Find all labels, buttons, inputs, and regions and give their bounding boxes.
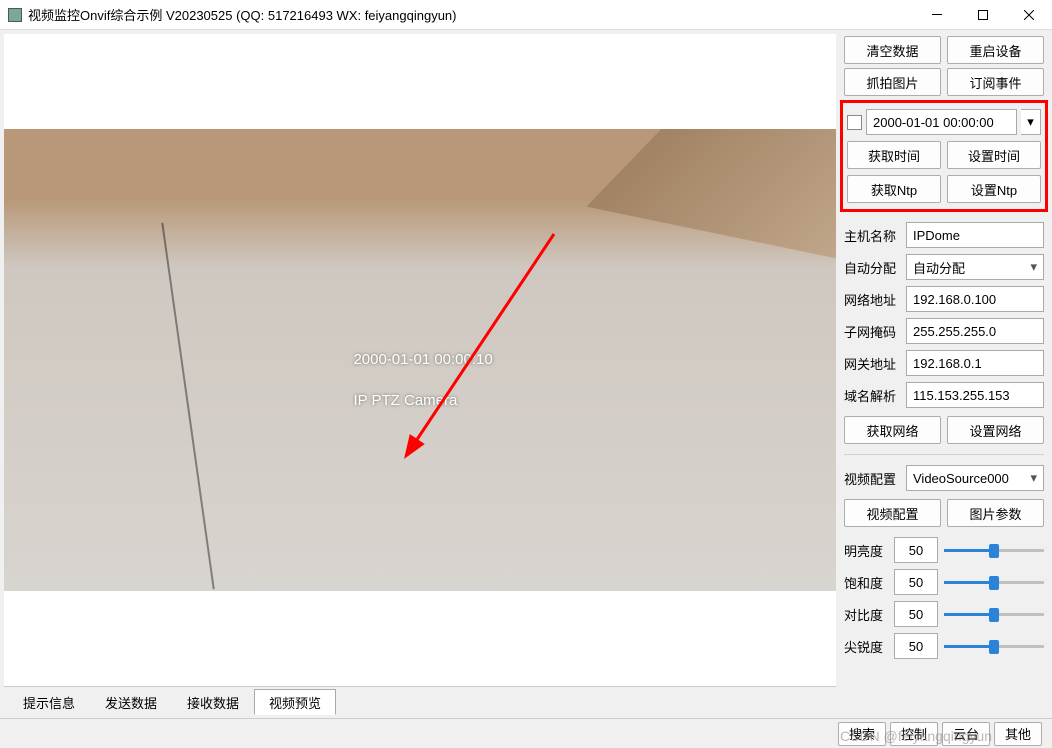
bottom-bar: CSDN @feiyangqingyun 搜索 控制 云台 其他 xyxy=(0,718,1052,748)
snapshot-button[interactable]: 抓拍图片 xyxy=(844,68,941,96)
gateway-label: 网关地址 xyxy=(844,354,902,373)
left-pane: 2000-01-01 00:00:10 IP PTZ Camera 提示信息 发… xyxy=(0,30,840,718)
host-name-label: 主机名称 xyxy=(844,226,902,245)
minimize-icon xyxy=(932,14,942,15)
auto-assign-select[interactable]: 自动分配 xyxy=(906,254,1044,280)
video-area: 2000-01-01 00:00:10 IP PTZ Camera xyxy=(4,34,836,686)
contrast-slider[interactable] xyxy=(944,604,1044,624)
osd-camera-name: IP PTZ Camera xyxy=(353,392,457,409)
contrast-label: 对比度 xyxy=(844,605,888,624)
maximize-button[interactable] xyxy=(960,0,1006,30)
highlighted-section: 2000-01-01 00:00:00 ▾ 获取时间 设置时间 获取Ntp 设置… xyxy=(840,100,1048,212)
close-icon xyxy=(1024,10,1034,20)
control-tab-button[interactable]: 控制 xyxy=(890,722,938,746)
get-time-button[interactable]: 获取时间 xyxy=(847,141,941,169)
host-name-input[interactable]: IPDome xyxy=(906,222,1044,248)
right-pane: 清空数据 重启设备 抓拍图片 订阅事件 2000-01-01 00:00:00 … xyxy=(840,30,1052,718)
subscribe-event-button[interactable]: 订阅事件 xyxy=(947,68,1044,96)
osd-timestamp: 2000-01-01 00:00:10 xyxy=(353,351,492,368)
tab-bar: 提示信息 发送数据 接收数据 视频预览 xyxy=(4,686,836,714)
tab-preview[interactable]: 视频预览 xyxy=(254,689,336,715)
window-title: 视频监控Onvif综合示例 V20230525 (QQ: 517216493 W… xyxy=(28,5,914,24)
dns-input[interactable]: 115.153.255.153 xyxy=(906,382,1044,408)
mask-input[interactable]: 255.255.255.0 xyxy=(906,318,1044,344)
datetime-input[interactable]: 2000-01-01 00:00:00 xyxy=(866,109,1017,135)
brightness-value[interactable]: 50 xyxy=(894,537,938,563)
contrast-value[interactable]: 50 xyxy=(894,601,938,627)
other-tab-button[interactable]: 其他 xyxy=(994,722,1042,746)
datetime-dropdown-button[interactable]: ▾ xyxy=(1021,109,1041,135)
divider xyxy=(844,454,1044,455)
image-params-button[interactable]: 图片参数 xyxy=(947,499,1044,527)
ptz-tab-button[interactable]: 云台 xyxy=(942,722,990,746)
search-tab-button[interactable]: 搜索 xyxy=(838,722,886,746)
datetime-checkbox[interactable] xyxy=(847,115,862,130)
gateway-input[interactable]: 192.168.0.1 xyxy=(906,350,1044,376)
sharpness-value[interactable]: 50 xyxy=(894,633,938,659)
close-button[interactable] xyxy=(1006,0,1052,30)
tab-recv[interactable]: 接收数据 xyxy=(172,689,254,715)
get-ntp-button[interactable]: 获取Ntp xyxy=(847,175,941,203)
set-ntp-button[interactable]: 设置Ntp xyxy=(947,175,1041,203)
saturation-slider[interactable] xyxy=(944,572,1044,592)
video-frame[interactable]: 2000-01-01 00:00:10 IP PTZ Camera xyxy=(4,129,836,591)
saturation-label: 饱和度 xyxy=(844,573,888,592)
app-icon xyxy=(8,8,22,22)
restart-device-button[interactable]: 重启设备 xyxy=(947,36,1044,64)
brightness-label: 明亮度 xyxy=(844,541,888,560)
set-network-button[interactable]: 设置网络 xyxy=(947,416,1044,444)
minimize-button[interactable] xyxy=(914,0,960,30)
video-config-button[interactable]: 视频配置 xyxy=(844,499,941,527)
clear-data-button[interactable]: 清空数据 xyxy=(844,36,941,64)
saturation-value[interactable]: 50 xyxy=(894,569,938,595)
video-source-select[interactable]: VideoSource000 xyxy=(906,465,1044,491)
video-config-label: 视频配置 xyxy=(844,469,902,488)
ip-label: 网络地址 xyxy=(844,290,902,309)
titlebar: 视频监控Onvif综合示例 V20230525 (QQ: 517216493 W… xyxy=(0,0,1052,30)
set-time-button[interactable]: 设置时间 xyxy=(947,141,1041,169)
dns-label: 域名解析 xyxy=(844,386,902,405)
tab-info[interactable]: 提示信息 xyxy=(8,689,90,715)
tab-send[interactable]: 发送数据 xyxy=(90,689,172,715)
maximize-icon xyxy=(978,10,988,20)
chevron-down-icon: ▾ xyxy=(1027,114,1034,130)
brightness-slider[interactable] xyxy=(944,540,1044,560)
sharpness-label: 尖锐度 xyxy=(844,637,888,656)
sharpness-slider[interactable] xyxy=(944,636,1044,656)
mask-label: 子网掩码 xyxy=(844,322,902,341)
auto-assign-label: 自动分配 xyxy=(844,258,902,277)
get-network-button[interactable]: 获取网络 xyxy=(844,416,941,444)
ip-input[interactable]: 192.168.0.100 xyxy=(906,286,1044,312)
